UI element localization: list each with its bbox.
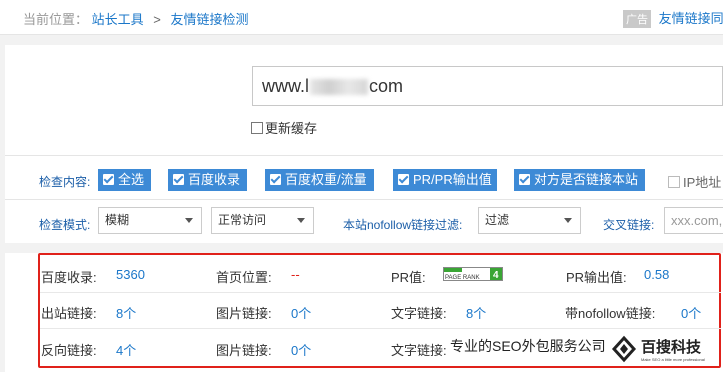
outbound-links-key: 出站链接: xyxy=(41,306,97,321)
url-value-start: www.l xyxy=(262,76,310,96)
check-backlink-checkbox[interactable]: 对方是否链接本站 xyxy=(514,169,645,191)
refresh-cache-label: 更新缓存 xyxy=(265,121,318,136)
pagerank-text: PAGE RANK xyxy=(445,275,480,281)
home-position-value: -- xyxy=(291,267,300,282)
image-links-value[interactable]: 0个 xyxy=(291,303,311,322)
check-pr-checkbox[interactable]: PR/PR输出值 xyxy=(393,169,497,191)
ad-area: 广告 友情链接同 xyxy=(623,8,723,28)
mode-select-value: 模糊 xyxy=(105,213,130,227)
check-baidu-index-checkbox[interactable]: 百度收录 xyxy=(168,169,247,191)
breadcrumb-prefix: 当前位置： xyxy=(23,12,89,27)
access-select[interactable]: 正常访问 xyxy=(211,207,314,234)
url-input[interactable]: www.l com xyxy=(252,66,723,106)
pagerank-badge-icon: PAGE RANK 4 xyxy=(443,267,503,281)
chevron-down-icon xyxy=(185,218,193,223)
cross-link-label: 交叉链接: xyxy=(603,218,655,232)
row-divider xyxy=(40,328,721,329)
check-baidu-index-label: 百度收录 xyxy=(188,172,241,187)
backlinks-value[interactable]: 4个 xyxy=(116,340,136,359)
url-redacted-blur xyxy=(310,79,369,96)
text-links-value[interactable]: 8个 xyxy=(466,303,486,322)
text-links-key: 文字链接: xyxy=(391,306,447,321)
checkbox-checked-icon xyxy=(270,174,281,185)
row-divider xyxy=(40,292,721,293)
image-links-key: 图片链接: xyxy=(216,343,272,358)
logo-text: 百搜科技 xyxy=(641,338,702,356)
divider xyxy=(5,155,723,156)
breadcrumb-home-link[interactable]: 站长工具 xyxy=(92,12,144,27)
baidu-index-key: 百度收录: xyxy=(41,270,97,285)
check-pr-label: PR/PR输出值 xyxy=(413,172,492,187)
ad-link[interactable]: 友情链接同 xyxy=(659,11,723,26)
checkbox-box[interactable] xyxy=(668,176,680,188)
nofollow-filter-label: 本站nofollow链接过滤: xyxy=(343,218,463,232)
breadcrumb-current-link[interactable]: 友情链接检测 xyxy=(171,12,249,27)
image-links-value[interactable]: 0个 xyxy=(291,340,311,359)
pr-output-value: 0.58 xyxy=(644,267,670,282)
checkbox-box[interactable] xyxy=(251,122,263,134)
image-links-key: 图片链接: xyxy=(216,306,272,321)
url-value-end: com xyxy=(369,76,404,96)
check-all-label: 全选 xyxy=(118,172,145,187)
chevron-down-icon xyxy=(297,218,305,223)
check-content-label: 检查内容: xyxy=(39,175,91,189)
logo-subtext: Make SEO a little more professional xyxy=(641,357,705,362)
mode-select[interactable]: 模糊 xyxy=(98,207,202,234)
pagerank-rank: 4 xyxy=(493,270,499,281)
cross-link-placeholder: xxx.com, xyxy=(671,213,723,228)
nofollow-links-key: 带nofollow链接: xyxy=(565,306,656,321)
check-ip-label: IP地址 xyxy=(683,175,722,190)
ad-tag: 广告 xyxy=(623,10,651,28)
pr-key: PR值: xyxy=(391,270,426,285)
divider xyxy=(5,199,723,200)
pagerank-bar xyxy=(444,268,462,272)
check-ip-checkbox[interactable]: IP地址 xyxy=(668,172,721,191)
access-select-value: 正常访问 xyxy=(218,213,267,227)
check-all-checkbox[interactable]: 全选 xyxy=(98,169,151,191)
refresh-cache-checkbox[interactable]: 更新缓存 xyxy=(251,118,317,137)
section-gap xyxy=(5,243,723,253)
nofollow-select[interactable]: 过滤 xyxy=(478,207,581,234)
top-bar: 当前位置： 站长工具 > 友情链接检测 广告 友情链接同 xyxy=(0,0,723,35)
breadcrumb: 当前位置： 站长工具 > 友情链接检测 xyxy=(23,9,249,28)
checkbox-checked-icon xyxy=(519,174,530,185)
home-position-key: 首页位置: xyxy=(216,270,272,285)
checkbox-checked-icon xyxy=(103,174,114,185)
chevron-down-icon xyxy=(564,218,572,223)
checkbox-checked-icon xyxy=(398,174,409,185)
baidu-index-value[interactable]: 5360 xyxy=(116,267,145,282)
nofollow-select-value: 过滤 xyxy=(485,213,510,227)
checkbox-checked-icon xyxy=(173,174,184,185)
check-backlink-label: 对方是否链接本站 xyxy=(534,172,639,187)
baisou-logo-icon: 百搜科技 Make SEO a little more professional xyxy=(611,335,705,363)
check-baidu-weight-label: 百度权重/流量 xyxy=(285,172,367,187)
outbound-links-value[interactable]: 8个 xyxy=(116,303,136,322)
breadcrumb-separator: > xyxy=(153,12,161,27)
check-baidu-weight-checkbox[interactable]: 百度权重/流量 xyxy=(265,169,374,191)
text-links-key: 文字链接: xyxy=(391,343,447,358)
watermark-text: 专业的SEO外包服务公司 xyxy=(450,338,606,354)
cross-link-input[interactable]: xxx.com, xyxy=(664,207,723,234)
watermark: 专业的SEO外包服务公司 xyxy=(450,336,606,356)
nofollow-links-value[interactable]: 0个 xyxy=(681,303,701,322)
check-mode-label: 检查模式: xyxy=(39,218,91,232)
pr-output-key: PR输出值: xyxy=(566,270,627,285)
backlinks-key: 反向链接: xyxy=(41,343,97,358)
